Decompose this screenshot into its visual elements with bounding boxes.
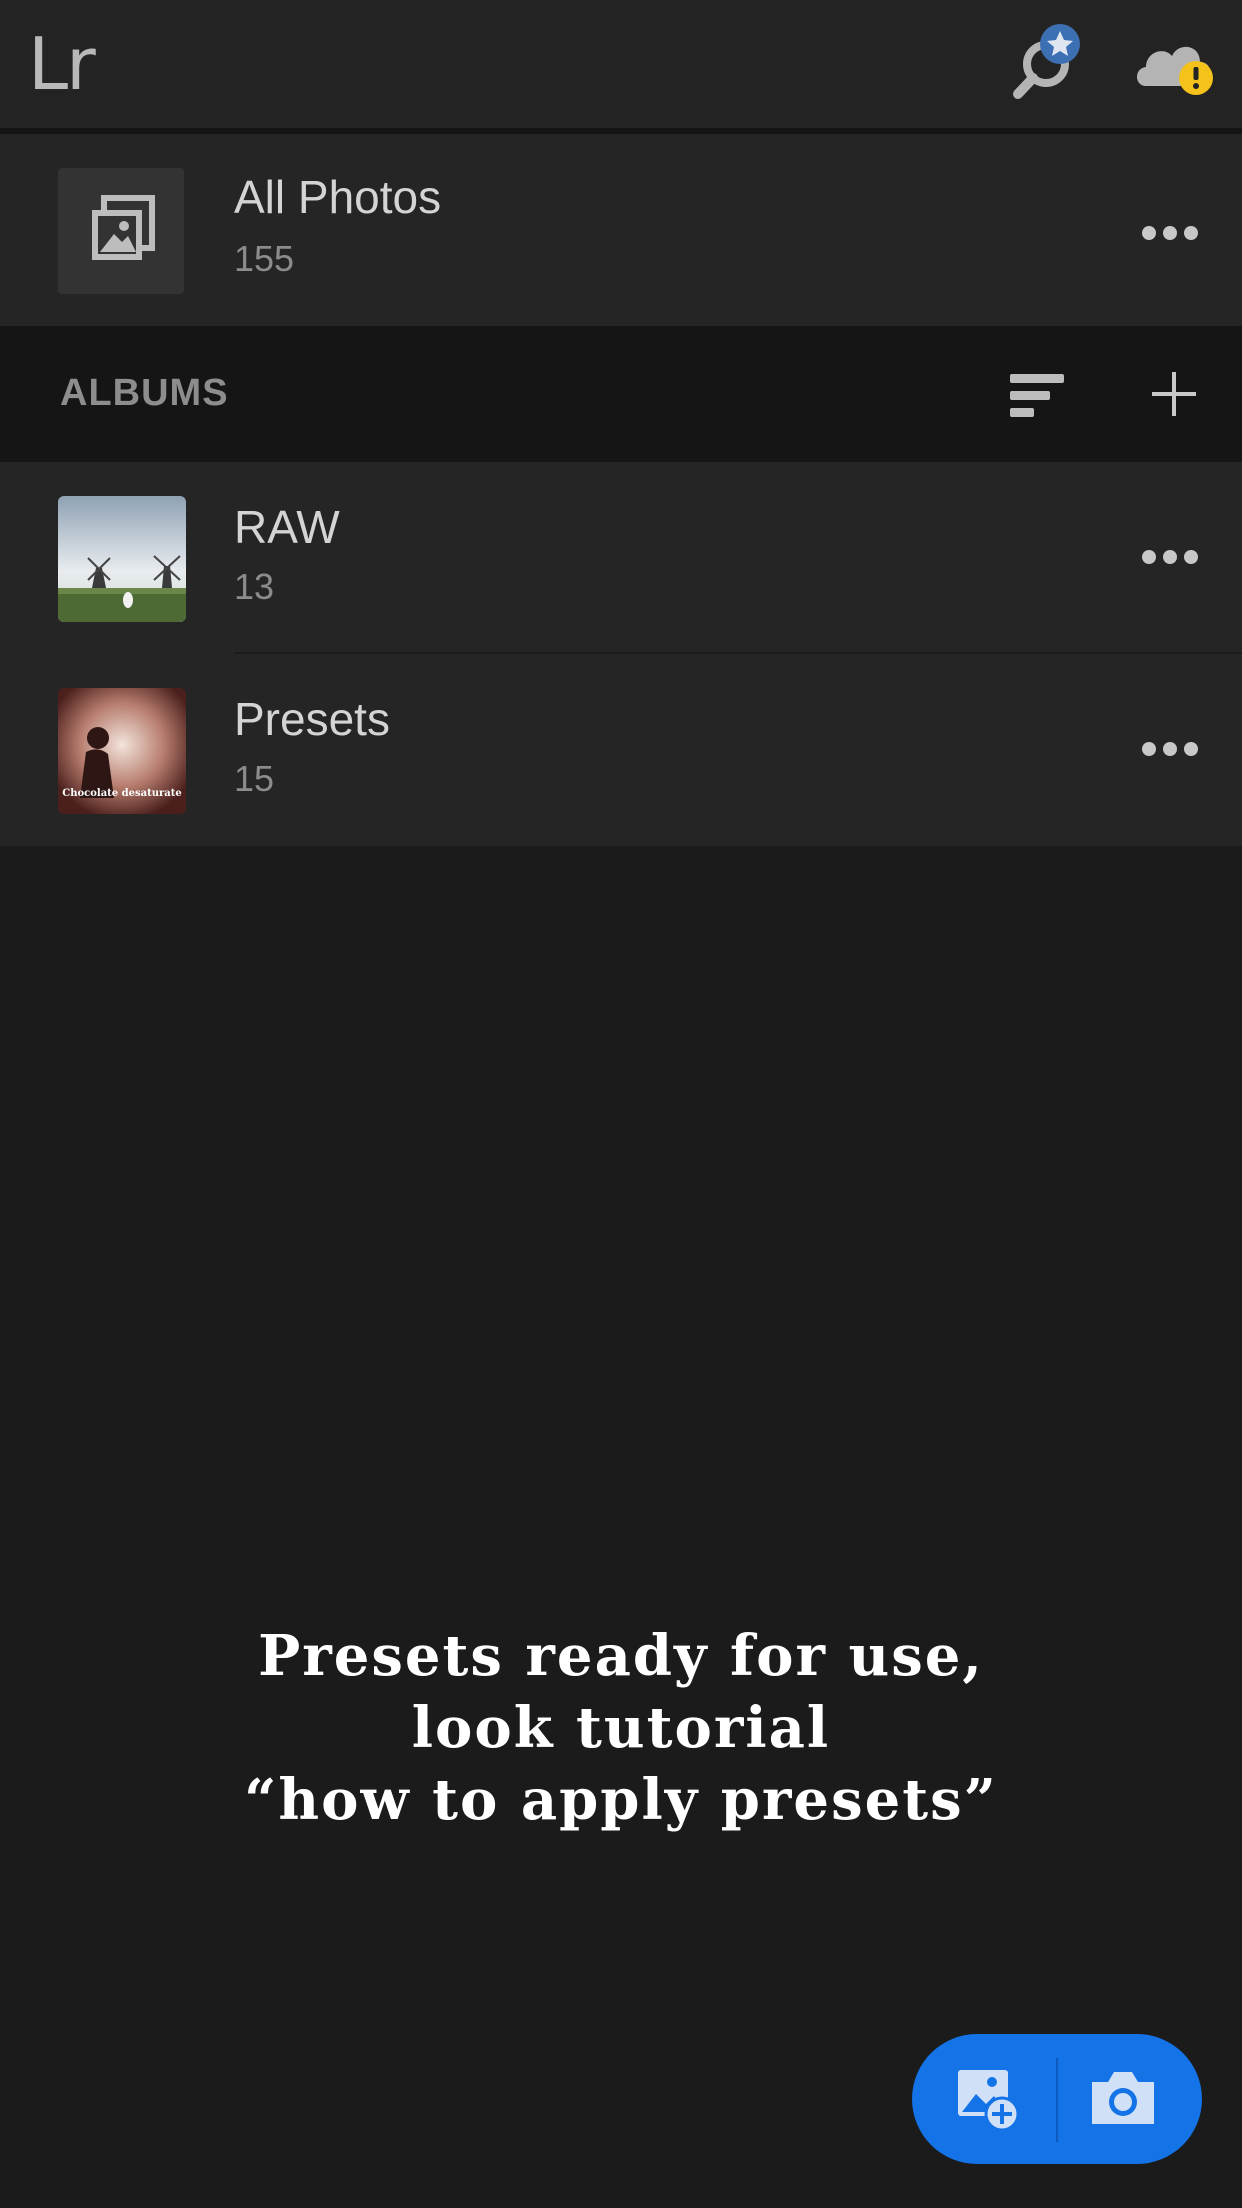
overlay-line-3: “how to apply presets”	[244, 1767, 998, 1833]
album-more-button-presets[interactable]	[1142, 742, 1198, 758]
camera-button[interactable]	[1088, 2068, 1158, 2128]
album-row-raw[interactable]: RAW 13	[0, 462, 1242, 654]
all-photos-more-button[interactable]	[1142, 226, 1198, 242]
all-photos-title: All Photos	[234, 171, 442, 223]
add-album-button[interactable]	[1150, 370, 1198, 418]
sort-icon	[1010, 374, 1064, 417]
albums-label: ALBUMS	[60, 372, 229, 414]
album-thumbnail-raw	[58, 496, 186, 622]
overlay-line-1: Presets ready for use,	[258, 1623, 984, 1689]
add-photos-button[interactable]	[956, 2066, 1022, 2132]
top-bar: Lr	[0, 0, 1242, 134]
album-thumbnail-presets: Chocolate desaturate	[58, 688, 186, 814]
add-photo-icon	[958, 2070, 1020, 2132]
cloud-warning-icon	[1137, 46, 1213, 95]
all-photos-row[interactable]: All Photos 155	[0, 134, 1242, 326]
all-photos-count: 155	[234, 238, 295, 279]
album-title-presets: Presets	[234, 693, 390, 745]
lightroom-logo: Lr	[28, 22, 96, 106]
floating-action-button	[912, 2034, 1202, 2164]
albums-header: ALBUMS	[0, 326, 1242, 462]
overlay-line-2: look tutorial	[411, 1695, 831, 1761]
album-count-presets: 15	[234, 758, 275, 799]
sort-button[interactable]	[1010, 372, 1066, 420]
album-row-presets[interactable]: Chocolate desaturate Presets 15	[0, 654, 1242, 846]
search-button[interactable]	[1010, 24, 1090, 104]
photos-icon	[92, 195, 155, 260]
thumbnail-caption: Chocolate desaturate	[62, 788, 182, 799]
all-photos-thumbnail	[58, 168, 184, 294]
tutorial-overlay-text: Presets ready for use, look tutorial “ho…	[0, 1620, 1242, 1836]
album-count-raw: 13	[234, 566, 275, 607]
windmill-photo	[58, 496, 186, 622]
album-title-raw: RAW	[234, 501, 340, 553]
album-more-button-raw[interactable]	[1142, 550, 1198, 566]
plus-icon	[1152, 372, 1196, 416]
fab-divider	[1056, 2058, 1058, 2142]
camera-icon	[1092, 2072, 1154, 2124]
search-star-icon	[1013, 24, 1080, 99]
cloud-status-button[interactable]	[1132, 36, 1222, 102]
